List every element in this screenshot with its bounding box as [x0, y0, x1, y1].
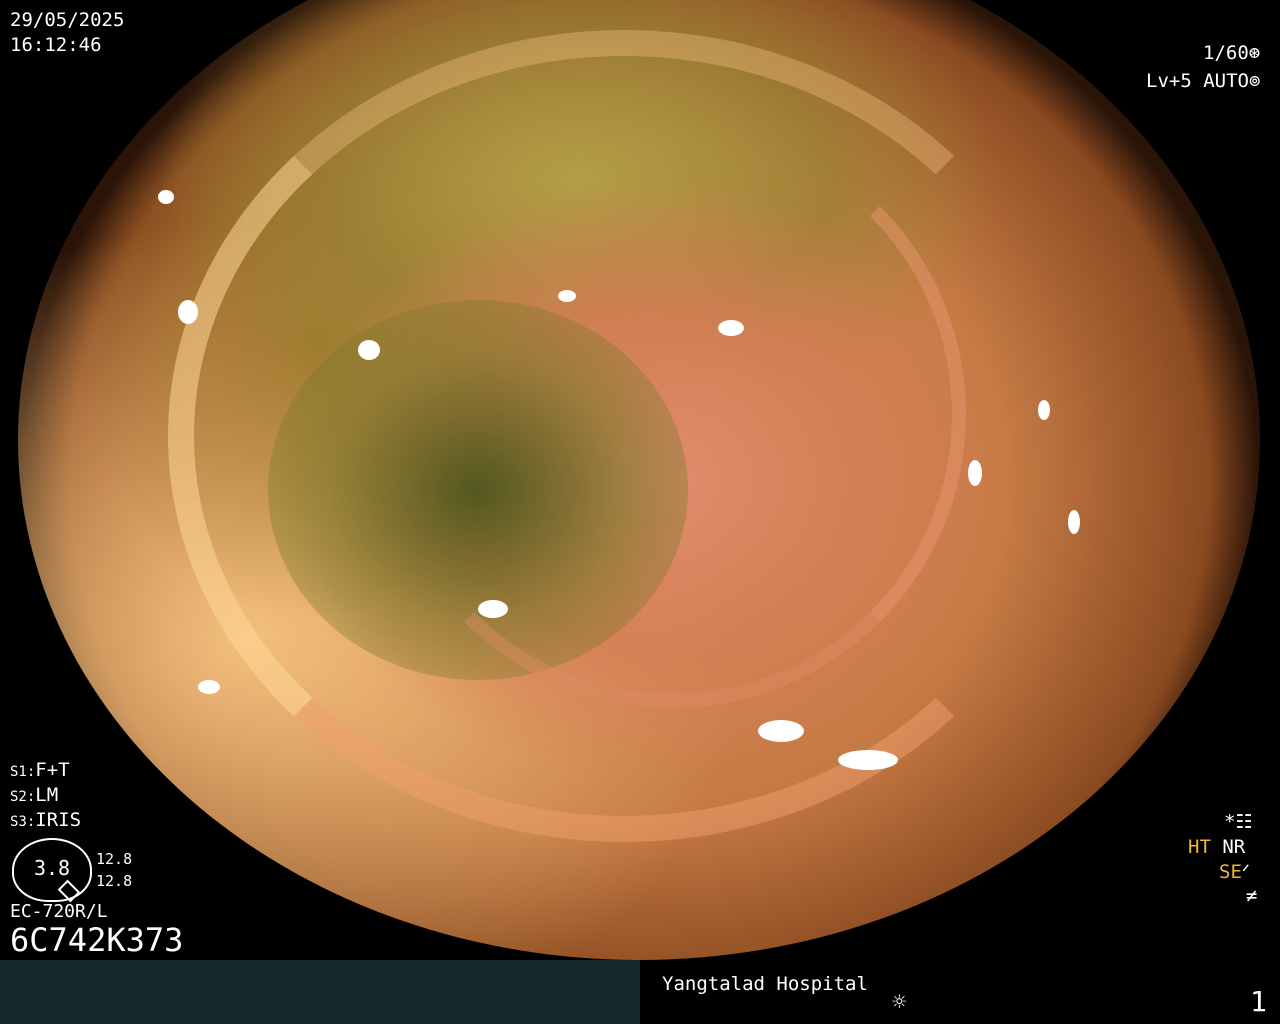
light-reflection: [558, 290, 576, 302]
se-indicator: SEᐟ: [1219, 860, 1250, 884]
setting-key: S3:: [10, 814, 36, 830]
nr-label: NR: [1222, 836, 1246, 858]
not-equal-icon: ≠: [1246, 885, 1258, 907]
light-reflection: [1068, 510, 1080, 534]
mucosal-fold: [378, 120, 966, 708]
settings-icon: ☷: [1235, 811, 1253, 833]
exposure-level: Lv+5: [1146, 70, 1192, 92]
setting-value: F+T: [35, 759, 70, 781]
scope-serial: 6C742K373: [10, 921, 184, 959]
exposure-mode: AUTO: [1203, 70, 1249, 92]
hospital-name: Yangtalad Hospital: [662, 973, 868, 995]
iris-icon: ⊚: [1248, 70, 1261, 92]
light-reflection: [838, 750, 898, 770]
sun-icon: ☼: [892, 988, 907, 1016]
date-label: 29/05/2025: [10, 9, 125, 31]
page-number: 1: [1250, 985, 1267, 1018]
star-label: *: [1224, 811, 1236, 833]
light-reflection: [478, 600, 508, 618]
setting-s2: S2:LM: [10, 783, 58, 809]
brightness-indicator: 3.8: [12, 838, 92, 903]
endoscopy-image: [18, 0, 1260, 960]
shutter-value: 1/60: [1203, 42, 1249, 64]
setting-value: IRIS: [35, 809, 82, 831]
enhancement-row: HT NR: [1188, 835, 1245, 859]
light-reflection: [758, 720, 804, 742]
brightness-value: 3.8: [33, 856, 71, 880]
enhancement-star: *☷: [1224, 810, 1253, 834]
light-reflection: [358, 340, 380, 360]
light-reflection: [158, 190, 174, 204]
se-curve-icon: ᐟ: [1241, 861, 1250, 883]
brightness-lower: 12.8: [96, 872, 133, 890]
se-label: SE: [1219, 861, 1242, 883]
shutter-icon: ⊛: [1248, 42, 1261, 64]
brightness-marker-icon: [57, 879, 81, 903]
setting-s3: S3:IRIS: [10, 808, 81, 834]
light-reflection: [968, 460, 982, 486]
light-reflection: [1038, 400, 1050, 420]
light-reflection: [198, 680, 220, 694]
setting-s1: S1:F+T: [10, 758, 70, 784]
brightness-upper: 12.8: [96, 850, 133, 868]
light-reflection: [178, 300, 198, 324]
setting-key: S1:: [10, 764, 36, 780]
footer-right-panel: Yangtalad Hospital ☼ 1: [640, 960, 1280, 1024]
setting-value: LM: [35, 784, 59, 806]
exposure-status: Lv+5 AUTO⊚: [1146, 69, 1260, 93]
shutter-speed: 1/60⊛: [1203, 41, 1260, 65]
time-label: 16:12:46: [10, 34, 102, 56]
setting-key: S2:: [10, 789, 36, 805]
light-reflection: [718, 320, 744, 336]
footer-left-panel: [0, 960, 640, 1024]
ht-label: HT: [1188, 836, 1211, 858]
